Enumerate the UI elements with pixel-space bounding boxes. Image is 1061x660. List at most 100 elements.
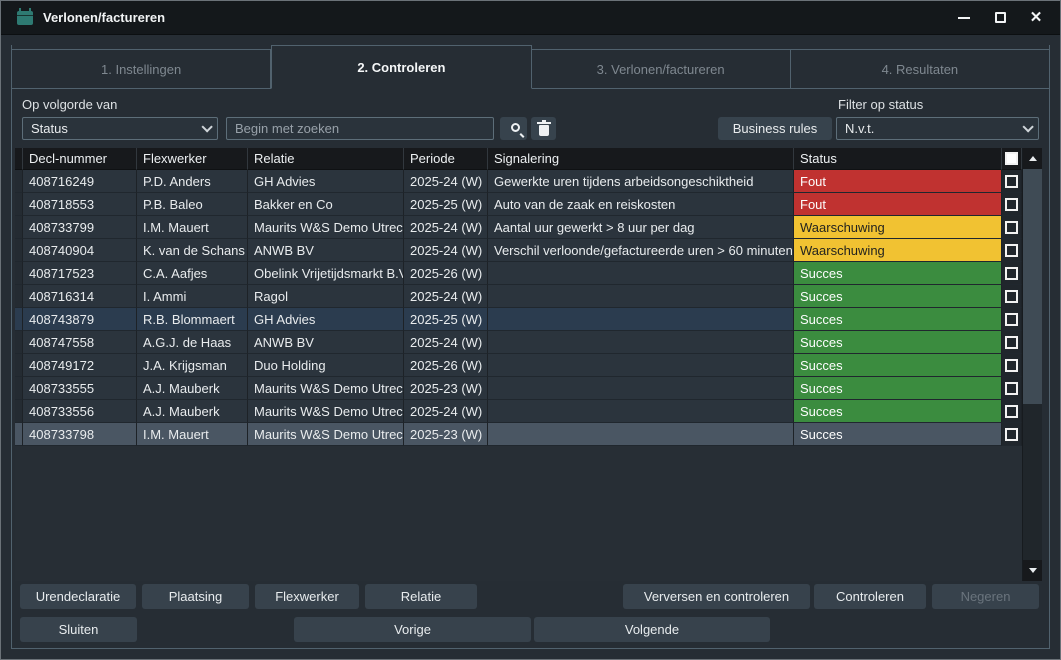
status-cell: Succes: [794, 354, 1002, 377]
table-row[interactable]: 408716249 P.D. Anders GH Advies 2025-24 …: [15, 170, 1022, 193]
verversen-en-controleren-button[interactable]: Verversen en controleren: [623, 584, 810, 609]
row-checkbox[interactable]: [1005, 336, 1018, 349]
row-gutter: [15, 400, 23, 423]
cell-periode: 2025-23 (W): [404, 423, 488, 446]
sort-dropdown-value: Status: [31, 121, 68, 136]
cell-signalering: Auto van de zaak en reiskosten: [488, 193, 794, 216]
scrollbar-track[interactable]: [1023, 169, 1042, 560]
cell-flexwerker: I.M. Mauert: [137, 216, 248, 239]
clear-search-button[interactable]: [531, 117, 556, 140]
column-header-flexwerker[interactable]: Flexwerker: [137, 148, 248, 170]
content-panel: 1. Instellingen 2. Controleren 3. Verlon…: [11, 45, 1050, 649]
table-row[interactable]: 408718553 P.B. Baleo Bakker en Co 2025-2…: [15, 193, 1022, 216]
cell-periode: 2025-26 (W): [404, 354, 488, 377]
scrollbar-thumb[interactable]: [1023, 169, 1042, 404]
row-gutter: [15, 239, 23, 262]
controleren-button[interactable]: Controleren: [814, 584, 926, 609]
tab-controleren[interactable]: 2. Controleren: [271, 45, 531, 89]
maximize-icon: [995, 12, 1006, 23]
search-input[interactable]: [226, 117, 494, 140]
status-cell: Succes: [794, 285, 1002, 308]
cell-decl-nummer: 408740904: [23, 239, 137, 262]
minimize-button[interactable]: [950, 6, 978, 30]
cell-relatie: Obelink Vrijetijdsmarkt B.V.: [248, 262, 404, 285]
row-checkbox[interactable]: [1005, 359, 1018, 372]
relatie-button[interactable]: Relatie: [365, 584, 477, 609]
row-checkbox[interactable]: [1005, 267, 1018, 280]
cell-relatie: GH Advies: [248, 170, 404, 193]
row-checkbox[interactable]: [1005, 290, 1018, 303]
table-row[interactable]: 408749172 J.A. Krijgsman Duo Holding 202…: [15, 354, 1022, 377]
cell-flexwerker: C.A. Aafjes: [137, 262, 248, 285]
minimize-icon: [958, 17, 970, 19]
search-button[interactable]: [500, 117, 527, 140]
cell-decl-nummer: 408716249: [23, 170, 137, 193]
column-header-periode[interactable]: Periode: [404, 148, 488, 170]
cell-relatie: Maurits W&S Demo Utrec...: [248, 400, 404, 423]
cell-flexwerker: A.J. Mauberk: [137, 400, 248, 423]
volgende-button[interactable]: Volgende: [534, 617, 770, 642]
row-checkbox[interactable]: [1005, 175, 1018, 188]
column-header-decl-nummer[interactable]: Decl-nummer: [23, 148, 137, 170]
row-checkbox[interactable]: [1005, 244, 1018, 257]
sluiten-button[interactable]: Sluiten: [20, 617, 137, 642]
app-window: Verlonen/factureren ✕ 1. Instellingen 2.…: [0, 0, 1061, 660]
filter-status-dropdown[interactable]: N.v.t.: [836, 117, 1039, 140]
cell-periode: 2025-24 (W): [404, 239, 488, 262]
cell-signalering: [488, 400, 794, 423]
column-header-status[interactable]: Status: [794, 148, 1002, 170]
table-row[interactable]: 408733555 A.J. Mauberk Maurits W&S Demo …: [15, 377, 1022, 400]
table-row[interactable]: 408716314 I. Ammi Ragol 2025-24 (W) Succ…: [15, 285, 1022, 308]
negeren-button[interactable]: Negeren: [932, 584, 1039, 609]
sort-dropdown[interactable]: Status: [22, 117, 218, 140]
row-checkbox[interactable]: [1005, 198, 1018, 211]
table-row[interactable]: 408743879 R.B. Blommaert GH Advies 2025-…: [15, 308, 1022, 331]
scroll-up-button[interactable]: [1023, 148, 1042, 169]
row-checkbox-cell: [1002, 400, 1022, 423]
table-row[interactable]: 408733799 I.M. Mauert Maurits W&S Demo U…: [15, 216, 1022, 239]
row-checkbox[interactable]: [1005, 221, 1018, 234]
cell-periode: 2025-24 (W): [404, 285, 488, 308]
row-checkbox-cell: [1002, 354, 1022, 377]
table-row[interactable]: 408733556 A.J. Mauberk Maurits W&S Demo …: [15, 400, 1022, 423]
tab-verlonen-factureren[interactable]: 3. Verlonen/factureren: [532, 49, 791, 89]
tab-resultaten[interactable]: 4. Resultaten: [791, 49, 1050, 89]
row-checkbox[interactable]: [1005, 382, 1018, 395]
cell-decl-nummer: 408747558: [23, 331, 137, 354]
cell-relatie: GH Advies: [248, 308, 404, 331]
tab-instellingen[interactable]: 1. Instellingen: [11, 49, 271, 89]
cell-signalering: [488, 354, 794, 377]
cell-flexwerker: I.M. Mauert: [137, 423, 248, 446]
flexwerker-button[interactable]: Flexwerker: [255, 584, 359, 609]
row-checkbox[interactable]: [1005, 405, 1018, 418]
cell-signalering: [488, 285, 794, 308]
scroll-down-button[interactable]: [1023, 560, 1042, 581]
table-row[interactable]: 408733798 I.M. Mauert Maurits W&S Demo U…: [15, 423, 1022, 446]
cell-signalering: Aantal uur gewerkt > 8 uur per dag: [488, 216, 794, 239]
cell-decl-nummer: 408743879: [23, 308, 137, 331]
business-rules-button[interactable]: Business rules: [718, 117, 832, 140]
tab-bar: 1. Instellingen 2. Controleren 3. Verlon…: [11, 45, 1050, 89]
cell-decl-nummer: 408733799: [23, 216, 137, 239]
cell-flexwerker: A.J. Mauberk: [137, 377, 248, 400]
chevron-down-icon: [1022, 121, 1033, 132]
table-row[interactable]: 408717523 C.A. Aafjes Obelink Vrijetijds…: [15, 262, 1022, 285]
urendeclaratie-button[interactable]: Urendeclaratie: [20, 584, 136, 609]
close-button[interactable]: ✕: [1022, 6, 1050, 30]
cell-decl-nummer: 408718553: [23, 193, 137, 216]
cell-flexwerker: K. van de Schans: [137, 239, 248, 262]
table-row[interactable]: 408747558 A.G.J. de Haas ANWB BV 2025-24…: [15, 331, 1022, 354]
status-cell: Succes: [794, 377, 1002, 400]
cell-relatie: Duo Holding: [248, 354, 404, 377]
plaatsing-button[interactable]: Plaatsing: [142, 584, 249, 609]
row-checkbox[interactable]: [1005, 313, 1018, 326]
column-header-relatie[interactable]: Relatie: [248, 148, 404, 170]
select-all-checkbox[interactable]: [1005, 152, 1018, 165]
table-row[interactable]: 408740904 K. van de Schans ANWB BV 2025-…: [15, 239, 1022, 262]
vorige-button[interactable]: Vorige: [294, 617, 531, 642]
row-checkbox-cell: [1002, 239, 1022, 262]
maximize-button[interactable]: [986, 6, 1014, 30]
status-cell: Waarschuwing: [794, 239, 1002, 262]
column-header-signalering[interactable]: Signalering: [488, 148, 794, 170]
row-checkbox[interactable]: [1005, 428, 1018, 441]
